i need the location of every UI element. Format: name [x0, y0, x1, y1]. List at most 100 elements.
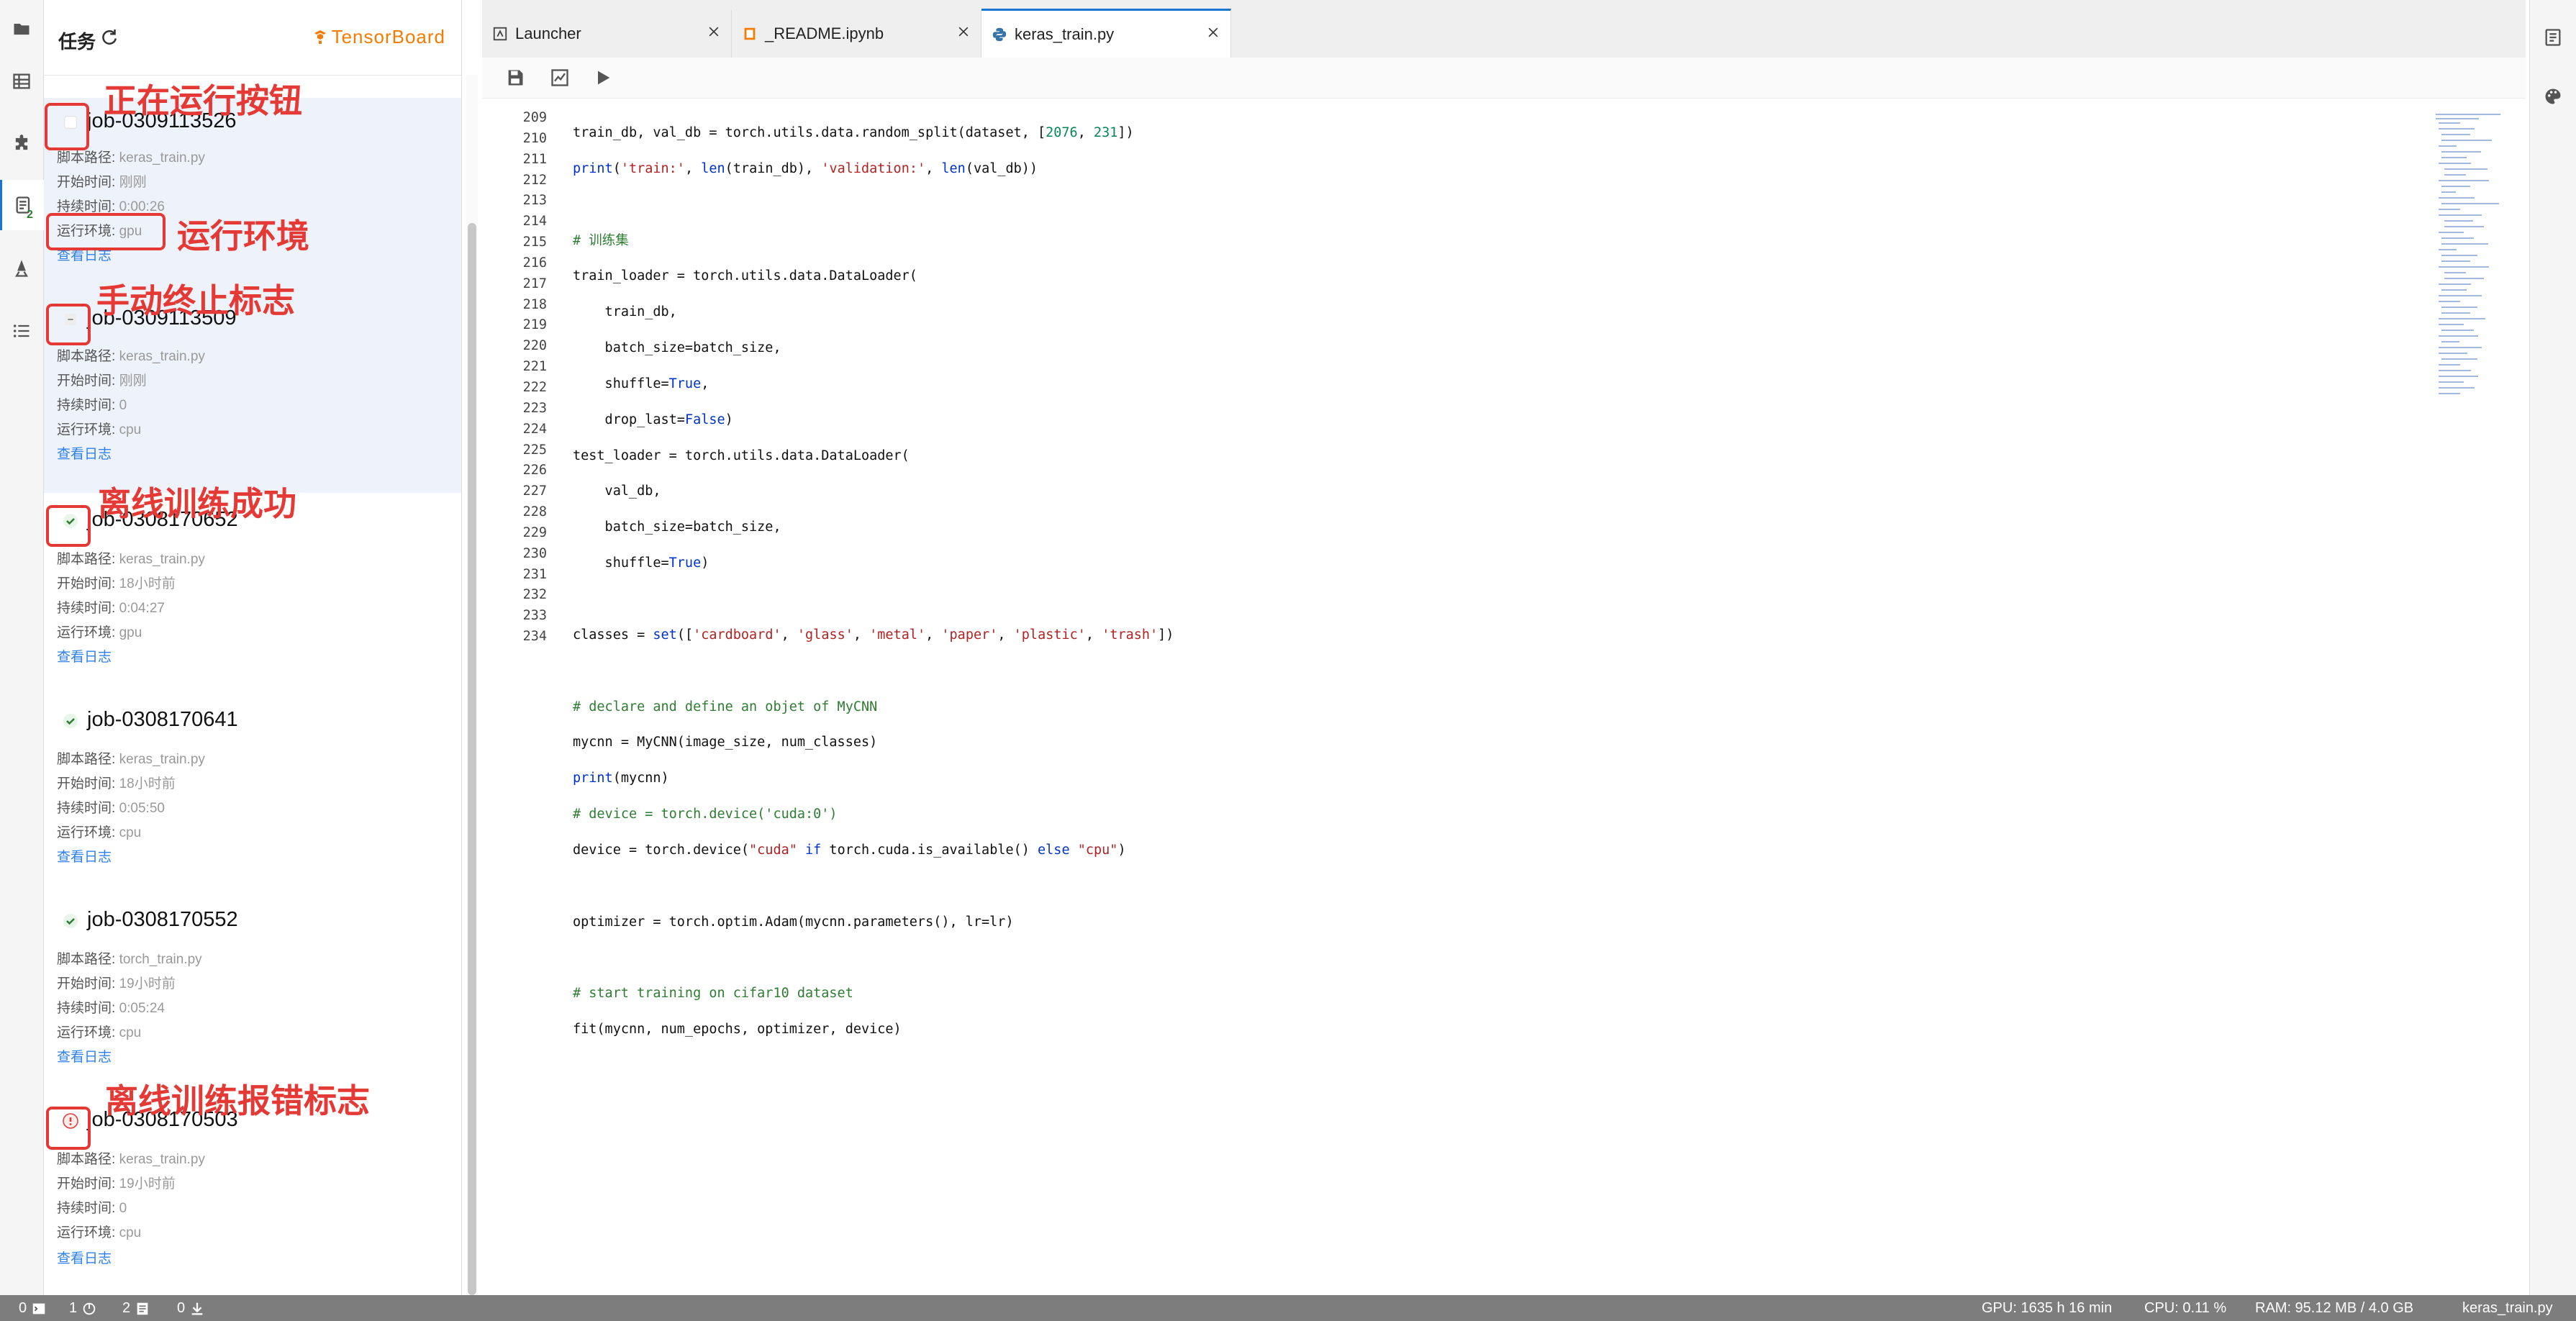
line-number: 227: [522, 484, 547, 499]
line-number: 226: [522, 463, 547, 478]
tab-launcher[interactable]: Launcher: [482, 10, 732, 58]
tasks-icon[interactable]: 2: [0, 180, 45, 230]
job-item[interactable]: job-0308170652 脚本路径: keras_train.py 开始时间…: [44, 496, 461, 694]
job-item[interactable]: job-0308170503 脚本路径: keras_train.py 开始时间…: [44, 1097, 461, 1294]
job-start: 开始时间: 18小时前: [57, 576, 176, 591]
job-start: 开始时间: 18小时前: [57, 776, 176, 791]
close-icon[interactable]: [1206, 25, 1220, 40]
code-line: shuffle=True,: [573, 376, 709, 391]
line-number: 222: [522, 379, 547, 395]
chart-icon: [551, 69, 568, 86]
current-file: keras_train.py: [2462, 1300, 2553, 1316]
table-icon[interactable]: [0, 56, 43, 106]
code-line: val_db,: [573, 484, 661, 499]
job-script: 脚本路径: keras_train.py: [57, 552, 205, 567]
run-button[interactable]: [591, 66, 614, 89]
git-status[interactable]: 2: [122, 1300, 150, 1317]
task-scroll-thumb[interactable]: [468, 223, 476, 1295]
job-duration: 持续时间: 0: [57, 1201, 127, 1216]
line-number: 225: [522, 442, 547, 458]
code-line: shuffle=True): [573, 555, 709, 571]
line-number: 223: [522, 400, 547, 416]
folder-icon[interactable]: [0, 4, 43, 54]
python-icon: [992, 27, 1007, 42]
job-script: 脚本路径: keras_train.py: [57, 752, 205, 767]
document-icon: [137, 1302, 148, 1315]
view-log-link[interactable]: 查看日志: [57, 1046, 112, 1066]
offline-success-callout: [46, 505, 91, 547]
code-line: print('train:', len(train_db), 'validati…: [573, 160, 1038, 176]
line-number: 218: [522, 296, 547, 312]
tab-label: keras_train.py: [1015, 25, 1115, 43]
code-minimap[interactable]: [2436, 112, 2522, 458]
view-log-link[interactable]: 查看日志: [57, 1248, 112, 1267]
tensorboard-label: TensorBoard: [331, 26, 445, 47]
run-env-annotation: 运行环境: [177, 217, 309, 255]
job-duration: 持续时间: 0:05:50: [57, 801, 165, 816]
job-item[interactable]: job-0308170552 脚本路径: torch_train.py 开始时间…: [44, 896, 461, 1094]
refresh-icon[interactable]: [99, 26, 120, 47]
job-duration: 持续时间: 0:05:24: [57, 1001, 165, 1016]
line-number: 214: [522, 214, 547, 230]
line-number: 233: [522, 608, 547, 624]
notebook-icon: [744, 27, 756, 40]
view-log-link[interactable]: 查看日志: [57, 846, 112, 866]
launcher-icon: [493, 27, 507, 41]
downloads-status[interactable]: 0: [177, 1300, 205, 1317]
code-line: # start training on cifar10 dataset: [573, 986, 853, 1002]
job-item[interactable]: job-0308170641 脚本路径: keras_train.py 开始时间…: [44, 696, 461, 894]
tensorboard-link[interactable]: TensorBoard: [312, 26, 445, 48]
success-status-icon: [57, 907, 84, 935]
job-script: 脚本路径: keras_train.py: [57, 349, 205, 364]
job-script: 脚本路径: keras_train.py: [57, 1152, 205, 1167]
line-number: 213: [522, 193, 547, 209]
code-line: train_db,: [573, 304, 677, 320]
tab-bar: Launcher _README.ipynb keras_train.py: [482, 0, 2526, 58]
puzzle-icon[interactable]: [0, 119, 43, 169]
view-log-link[interactable]: 查看日志: [57, 443, 112, 463]
code-line: batch_size=batch_size,: [573, 340, 781, 356]
success-status-icon: [57, 707, 84, 735]
job-start: 开始时间: 刚刚: [57, 373, 147, 389]
code-line: classes = set(['cardboard', 'glass', 'me…: [573, 627, 1174, 643]
close-icon[interactable]: [956, 24, 971, 39]
status-bar: 0 1 2 0 GPU: 1635 h 16 min CPU: 0.11 % R…: [0, 1295, 2576, 1321]
save-icon: [508, 70, 523, 86]
offline-error-annotation: 离线训练报错标志: [105, 1082, 370, 1120]
save-button[interactable]: [504, 66, 527, 89]
line-number: 216: [522, 255, 547, 271]
ram-usage: RAM: 95.12 MB / 4.0 GB: [2255, 1300, 2414, 1316]
code-content[interactable]: train_db, val_db = torch.utils.data.rand…: [573, 108, 1174, 1071]
line-number: 224: [522, 421, 547, 437]
code-line: test_loader = torch.utils.data.DataLoade…: [573, 448, 910, 463]
code-line: print(mycnn): [573, 771, 669, 786]
job-env: 运行环境: gpu: [57, 625, 142, 640]
job-item[interactable]: job-0309113526 脚本路径: keras_train.py 开始时间…: [44, 98, 461, 296]
manual-stop-callout: [46, 304, 91, 345]
terminals-status[interactable]: 0: [19, 1300, 47, 1317]
view-log-link[interactable]: 查看日志: [57, 646, 112, 666]
line-number: 231: [522, 566, 547, 582]
property-inspector-icon[interactable]: [2543, 27, 2563, 47]
close-icon[interactable]: [707, 24, 721, 39]
running-button-annotation: 正在运行按钮: [104, 82, 302, 119]
job-duration: 持续时间: 0:00:26: [57, 199, 165, 214]
tensorboard-icon: [314, 29, 326, 44]
tab-keras-train[interactable]: keras_train.py: [981, 9, 1231, 58]
kernels-status[interactable]: 1: [69, 1300, 97, 1317]
code-editor[interactable]: 209 210 211 212 213 214 215 216 217 218 219 220 221 2…: [489, 108, 2522, 1288]
tab-readme[interactable]: _README.ipynb: [732, 10, 981, 58]
code-line: mycnn = MyCNN(image_size, num_classes): [573, 735, 878, 750]
rocket-icon[interactable]: [0, 243, 43, 294]
download-icon: [191, 1302, 203, 1315]
metrics-button[interactable]: [548, 66, 571, 89]
job-item[interactable]: job-0309113509 脚本路径: keras_train.py 开始时间…: [44, 295, 461, 493]
kernel-icon: [83, 1302, 96, 1315]
tab-label: Launcher: [515, 24, 581, 42]
palette-icon[interactable]: [2543, 86, 2563, 106]
job-start: 开始时间: 19小时前: [57, 976, 176, 991]
list-icon[interactable]: [0, 306, 43, 356]
